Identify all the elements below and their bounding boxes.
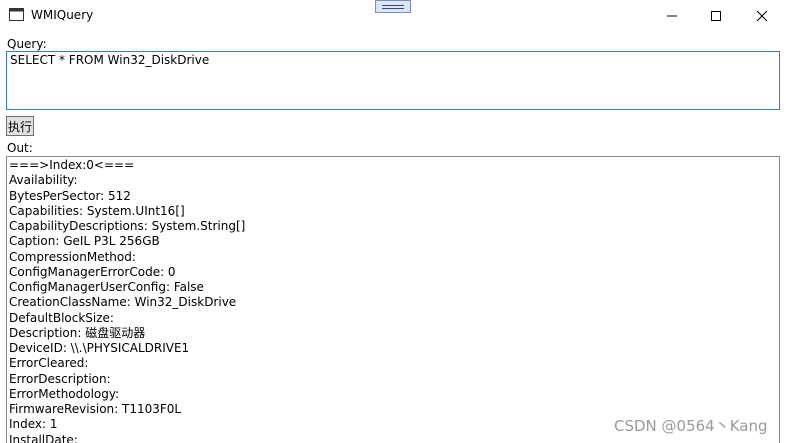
drag-handle-icon[interactable] [375,0,411,13]
output-line: Caption: GeIL P3L 256GB [9,234,160,249]
close-icon [756,10,768,21]
run-button[interactable]: 执行 [6,116,34,136]
watermark: CSDN @0564丶Kang [614,417,768,435]
query-label: Query: [7,37,47,51]
output-line: CreationClassName: Win32_DiskDrive [9,295,237,310]
output-line: ErrorMethodology: [9,386,120,401]
maximize-icon [711,10,721,21]
window-title: WMIQuery [31,8,94,22]
app-window: WMIQuery Query: 执行 Out: ===>Index:0<=== [0,0,786,443]
title-bar[interactable]: WMIQuery [0,0,786,32]
query-input[interactable] [6,51,780,110]
output-line: ErrorCleared: [9,356,89,371]
output-line: DefaultBlockSize: [9,310,114,325]
output-line: CapabilityDescriptions: System.String[] [9,219,246,233]
output-line: ConfigManagerErrorCode: 0 [9,264,176,279]
close-button[interactable] [739,0,785,31]
minimize-icon [667,15,677,16]
output-label: Out: [7,141,33,155]
app-window-icon [9,8,24,21]
output-line: Capabilities: System.UInt16[] [9,203,185,218]
output-line: Description: 磁盘驱动器 [9,325,146,340]
minimize-button[interactable] [649,0,695,31]
output-line: Availability: [9,173,78,188]
output-line: ===>Index:0<=== [9,158,135,172]
output-line: BytesPerSector: 512 [9,188,131,203]
output-textbox[interactable]: ===>Index:0<=== Availability: BytesPerSe… [6,156,780,443]
output-line: ErrorDescription: [9,371,111,386]
output-line: ConfigManagerUserConfig: False [9,280,204,294]
maximize-button[interactable] [693,0,739,31]
output-line: DeviceID: \\.\PHYSICALDRIVE1 [9,341,190,355]
output-line: CompressionMethod: [9,249,136,264]
